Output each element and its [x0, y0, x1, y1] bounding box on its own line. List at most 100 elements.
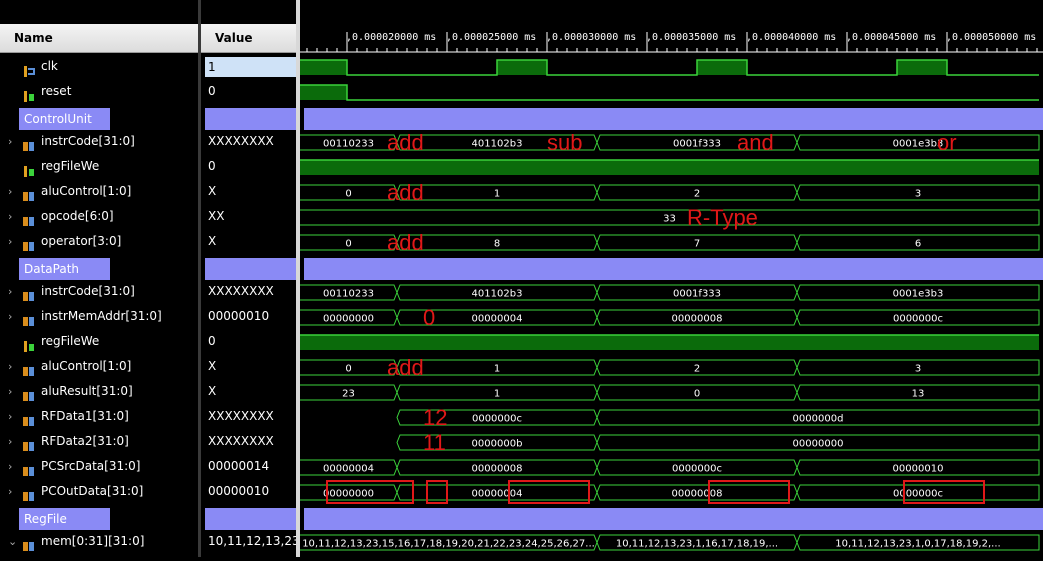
signal-row[interactable]: › operator[3:0]: [0, 229, 198, 254]
expand-chevron-icon[interactable]: ›: [8, 354, 16, 379]
bus-value: 00000004: [472, 314, 523, 325]
signal-row[interactable]: regFileWe: [0, 329, 198, 354]
expand-chevron-icon[interactable]: ›: [8, 379, 16, 404]
wave-row[interactable]: [304, 258, 1043, 280]
value-row[interactable]: 00000010: [201, 479, 296, 504]
signal-row[interactable]: › aluControl[1:0]: [0, 179, 198, 204]
signal-row[interactable]: regFileWe: [0, 154, 198, 179]
value-row[interactable]: 00000010: [201, 304, 296, 329]
expand-chevron-icon[interactable]: ›: [8, 429, 16, 454]
clock-high-phase: [497, 60, 547, 75]
wave-row[interactable]: 23 1 0 13: [300, 384, 1040, 401]
wave-row[interactable]: [304, 508, 1043, 530]
value-column-header[interactable]: Value: [201, 24, 296, 53]
value-row[interactable]: [201, 504, 296, 530]
expand-chevron-icon[interactable]: ›: [8, 179, 16, 204]
annotation-label: R-Type: [687, 205, 758, 230]
signal-name: aluControl[1:0]: [41, 184, 132, 198]
annotation-label: add: [387, 130, 424, 155]
bus-value: 2: [694, 189, 700, 200]
value-row[interactable]: 0: [201, 329, 296, 354]
bus-value: 10,11,12,13,23,15,16,17,18,19,20,21,22,2…: [302, 539, 595, 550]
signal-row[interactable]: › instrCode[31:0]: [0, 279, 198, 304]
value-row[interactable]: XXXXXXXX: [201, 404, 296, 429]
value-row[interactable]: 10,11,12,13,23,15,16,17,18,19: [201, 529, 296, 554]
wave-row[interactable]: 33: [300, 209, 1040, 226]
signal-row[interactable]: › PCSrcData[31:0]: [0, 454, 198, 479]
signal-row[interactable]: › aluResult[31:0]: [0, 379, 198, 404]
time-label: ,0.000045000 ms: [846, 32, 936, 43]
value-row[interactable]: XXXXXXXX: [201, 279, 296, 304]
value-row[interactable]: 0: [201, 79, 296, 104]
wave-row[interactable]: [304, 108, 1043, 130]
bus-value: 0000000d: [793, 414, 844, 425]
annotation-label: sub: [547, 130, 582, 155]
signal-name: opcode[6:0]: [41, 209, 114, 223]
wave-row[interactable]: 0000000c 0000000d: [396, 409, 1040, 426]
value-row[interactable]: [201, 254, 296, 280]
group-label[interactable]: DataPath: [19, 258, 110, 280]
value-row[interactable]: 1: [201, 54, 296, 79]
group-label[interactable]: RegFile: [19, 508, 110, 530]
value-row[interactable]: XX: [201, 204, 296, 229]
expand-chevron-icon[interactable]: ›: [8, 404, 16, 429]
group-row[interactable]: RegFile: [0, 504, 198, 530]
signal-row[interactable]: › aluControl[1:0]: [0, 354, 198, 379]
expand-chevron-icon[interactable]: ›: [8, 204, 16, 229]
value-row[interactable]: 00000014: [201, 454, 296, 479]
signal-row[interactable]: › RFData2[31:0]: [0, 429, 198, 454]
wave-row[interactable]: 10,11,12,13,23,15,16,17,18,19,20,21,22,2…: [300, 534, 1040, 551]
collapse-chevron-icon[interactable]: ⌄: [8, 529, 17, 554]
value-row[interactable]: X: [201, 354, 296, 379]
bit-trace: [300, 84, 1039, 101]
wave-row[interactable]: 00000004 00000008 0000000c 00000010: [300, 459, 1040, 476]
wave-row[interactable]: 00000000 00000004 00000008 0000000c: [300, 484, 1040, 501]
expand-chevron-icon[interactable]: ›: [8, 229, 16, 254]
signal-name: instrMemAddr[31:0]: [41, 309, 162, 323]
signal-name: aluControl[1:0]: [41, 359, 132, 373]
signal-row[interactable]: ⌄ mem[0:31][31:0]: [0, 529, 198, 554]
bus-icon: [23, 461, 35, 476]
group-label[interactable]: ControlUnit: [19, 108, 110, 130]
wave-row[interactable]: 0000000b 00000000: [396, 434, 1040, 451]
group-row[interactable]: DataPath: [0, 254, 198, 280]
value-row[interactable]: XXXXXXXX: [201, 129, 296, 154]
name-column-header[interactable]: Name: [0, 24, 198, 53]
bus-icon: [23, 211, 35, 226]
wave-row[interactable]: 00110233 401102b3 0001f333 0001e3b3: [300, 284, 1040, 301]
wave-row[interactable]: [300, 84, 1039, 101]
expand-chevron-icon[interactable]: ›: [8, 304, 16, 329]
wave-row[interactable]: 00000000 00000004 00000008 0000000c: [300, 309, 1040, 326]
group-value-band: [205, 108, 296, 130]
value-row[interactable]: X: [201, 379, 296, 404]
signal-row[interactable]: clk: [0, 54, 198, 79]
wave-row[interactable]: [300, 59, 1039, 76]
signal-row[interactable]: › opcode[6:0]: [0, 204, 198, 229]
signal-value: 00000010: [208, 309, 270, 323]
waveform-panel[interactable]: ,0.000020000 ms ,0.000025000 ms ,0.0000300…: [300, 0, 1043, 557]
signal-row[interactable]: › instrMemAddr[31:0]: [0, 304, 198, 329]
signal-row[interactable]: › PCOutData[31:0]: [0, 479, 198, 504]
bus-icon: [23, 536, 35, 551]
wave-row[interactable]: [300, 334, 1039, 350]
value-row[interactable]: 0: [201, 154, 296, 179]
value-row[interactable]: XXXXXXXX: [201, 429, 296, 454]
value-row[interactable]: [201, 104, 296, 130]
signal-row[interactable]: reset: [0, 79, 198, 104]
signal-name: RFData1[31:0]: [41, 409, 129, 423]
wave-row[interactable]: [300, 159, 1039, 175]
value-row[interactable]: X: [201, 179, 296, 204]
bus-value: 33: [663, 214, 676, 225]
annotation-label: or: [937, 130, 957, 155]
signal-value: XXXXXXXX: [208, 434, 274, 448]
expand-chevron-icon[interactable]: ›: [8, 479, 16, 504]
signal-row[interactable]: › RFData1[31:0]: [0, 404, 198, 429]
bus-value: 0: [345, 364, 351, 375]
expand-chevron-icon[interactable]: ›: [8, 279, 16, 304]
value-row[interactable]: X: [201, 229, 296, 254]
clock-high-phase: [697, 60, 747, 75]
expand-chevron-icon[interactable]: ›: [8, 129, 16, 154]
expand-chevron-icon[interactable]: ›: [8, 454, 16, 479]
signal-row[interactable]: › instrCode[31:0]: [0, 129, 198, 154]
group-row[interactable]: ControlUnit: [0, 104, 198, 130]
